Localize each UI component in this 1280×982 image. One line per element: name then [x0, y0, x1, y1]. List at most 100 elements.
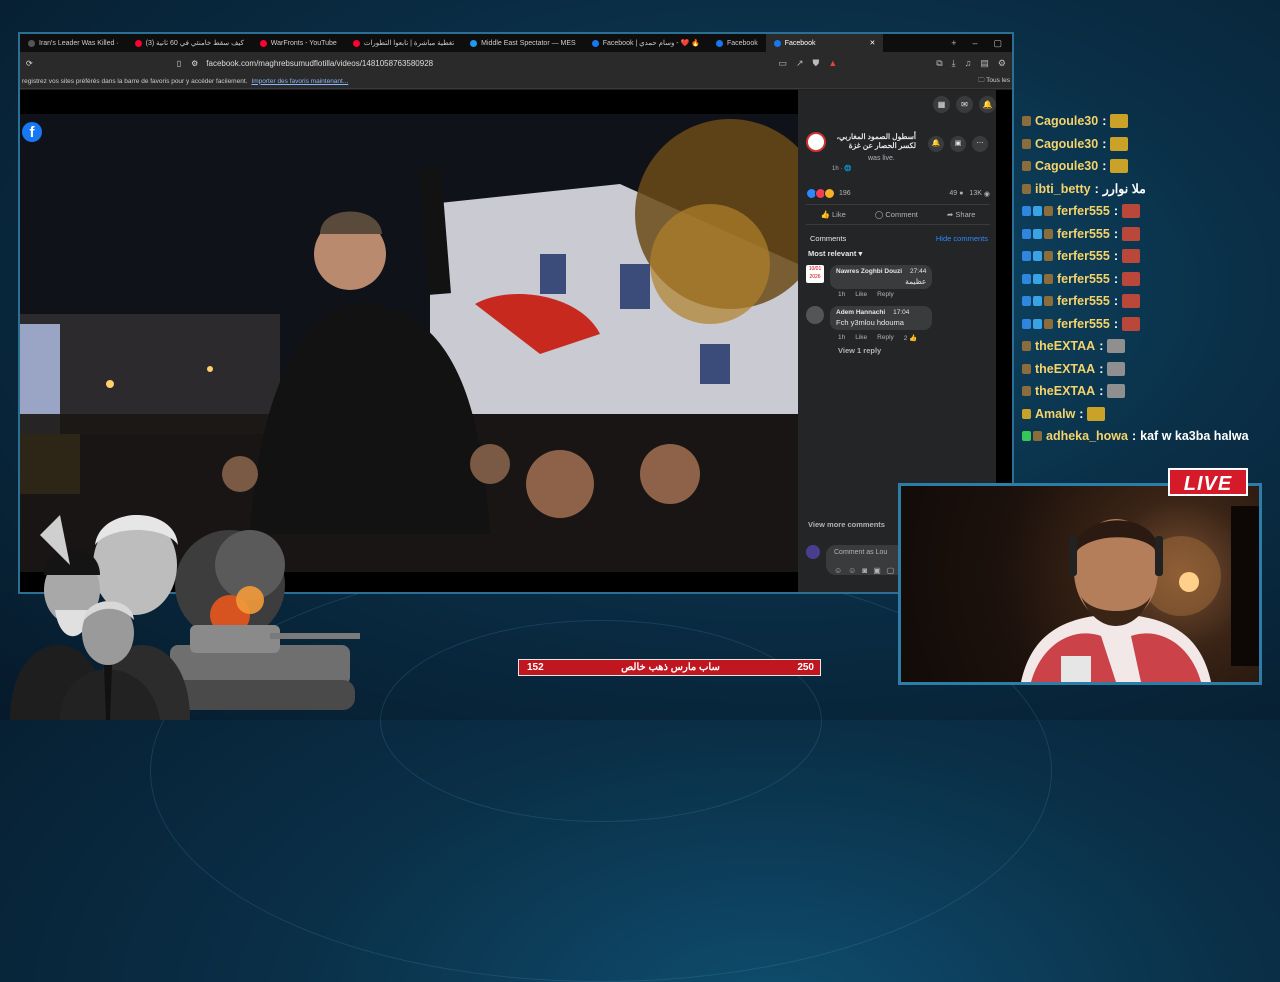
- comment-label: Comment: [885, 210, 918, 219]
- chat-badge-icon: [1033, 296, 1042, 307]
- share-button[interactable]: ➦ Share: [947, 210, 975, 219]
- comment-meta: 1h Like Reply 2 👍: [838, 334, 917, 342]
- browser-tab[interactable]: Middle East Spectator — MES: [462, 34, 584, 52]
- sub-goal-bar: 152 ساب مارس ذهب خالص 250: [518, 659, 821, 676]
- site-settings-icon[interactable]: ⚙: [191, 59, 198, 68]
- video-player[interactable]: f: [20, 114, 798, 572]
- chat-username[interactable]: Cagoule30: [1035, 137, 1098, 151]
- comments-count[interactable]: 49: [949, 190, 957, 197]
- bookmarks-hint: registrez vos sites préférés dans la bar…: [22, 77, 248, 85]
- comment-reply-button[interactable]: Reply: [877, 334, 894, 342]
- chat-username[interactable]: ferfer555: [1057, 272, 1110, 286]
- bookmark-icon[interactable]: ▯: [177, 59, 181, 68]
- chat-separator: :: [1102, 159, 1107, 174]
- browser-tab[interactable]: تغطية مباشرة | تابعوا التطورات: [345, 34, 462, 52]
- hide-comments-button[interactable]: Hide comments: [936, 234, 988, 243]
- save-icon[interactable]: ▣: [950, 136, 966, 152]
- close-tab-icon[interactable]: ✕: [869, 39, 875, 47]
- reactions-count[interactable]: 196: [839, 190, 851, 197]
- music-icon[interactable]: ♫: [965, 58, 972, 69]
- chat-username[interactable]: ferfer555: [1057, 204, 1110, 218]
- all-bookmarks-button[interactable]: 🗀 Tous les: [978, 76, 1010, 87]
- chat-separator: :: [1113, 271, 1118, 286]
- cast-icon[interactable]: ▭: [778, 58, 787, 69]
- sidebar-icon[interactable]: ▤: [980, 58, 989, 69]
- comment-avatar[interactable]: 10/01 2026: [806, 265, 824, 283]
- browser-tab[interactable]: Iran's Leader Was Killed ·: [20, 34, 127, 52]
- sort-dropdown[interactable]: Most relevant ▾: [808, 249, 862, 258]
- settings-icon[interactable]: ⚙: [998, 58, 1006, 69]
- chat-username[interactable]: ibti_betty: [1035, 182, 1091, 196]
- comment-timestamp[interactable]: 27:44: [910, 268, 926, 275]
- chat-separator: :: [1099, 339, 1104, 354]
- chat-badge-icon: [1022, 273, 1031, 284]
- share-icon[interactable]: ↗: [796, 58, 804, 69]
- bookmarks-bar: registrez vos sites préférés dans la bar…: [20, 74, 1012, 89]
- chat-username[interactable]: theEXTAA: [1035, 362, 1095, 376]
- chat-separator: :: [1099, 384, 1104, 399]
- chat-username[interactable]: theEXTAA: [1035, 339, 1095, 353]
- chat-badge-icon: [1033, 228, 1042, 239]
- shield-icon[interactable]: ⛊: [813, 58, 820, 69]
- view-replies-button[interactable]: View 1 reply: [838, 346, 881, 355]
- menu-grid-icon[interactable]: ▦: [933, 96, 950, 113]
- notifications-icon[interactable]: 🔔: [979, 96, 996, 113]
- share-label: Share: [955, 210, 976, 219]
- browser-tab[interactable]: Facebook: [708, 34, 766, 52]
- chat-username[interactable]: ferfer555: [1057, 249, 1110, 263]
- minimize-icon[interactable]: –: [972, 38, 977, 49]
- import-bookmarks-link[interactable]: Importer des favoris maintenant...: [251, 78, 348, 85]
- comment-like-button[interactable]: Like: [855, 291, 867, 298]
- browser-tab[interactable]: Facebook ✕: [765, 34, 884, 52]
- browser-tab[interactable]: WarFronts - YouTube: [252, 34, 345, 52]
- browser-tab[interactable]: Facebook | وسام حمدي - ❤️ 🔥: [584, 34, 708, 52]
- more-options-icon[interactable]: ⋯: [972, 136, 988, 152]
- comment-avatar[interactable]: [806, 306, 824, 324]
- comment-like-button[interactable]: Like: [855, 334, 867, 342]
- facebook-logo-icon[interactable]: f: [22, 122, 42, 142]
- gif-icon[interactable]: ▣: [873, 566, 887, 575]
- chat-username[interactable]: adheka_howa: [1046, 429, 1128, 443]
- comment-timestamp[interactable]: 17:04: [893, 309, 909, 316]
- comment-reply-button[interactable]: Reply: [877, 291, 894, 298]
- chat-username[interactable]: ferfer555: [1057, 227, 1110, 241]
- chat-username[interactable]: ferfer555: [1057, 317, 1110, 331]
- browser-tab[interactable]: (3) كيف سقط خامنئي في 60 ثانية: [127, 34, 252, 52]
- comment-author[interactable]: Adem Hannachi: [836, 309, 885, 316]
- comment-likes[interactable]: 2 👍: [904, 334, 918, 342]
- alert-icon[interactable]: ▲: [828, 58, 837, 69]
- chat-badges: [1022, 251, 1053, 262]
- chat-emote-icon: [1122, 294, 1140, 309]
- comment-author[interactable]: Nawres Zoghbi Douzi: [836, 268, 902, 275]
- url-field[interactable]: facebook.com/maghrebsumudflotilla/videos…: [206, 59, 433, 68]
- chat-badge-icon: [1022, 206, 1031, 217]
- chat-username[interactable]: Cagoule30: [1035, 114, 1098, 128]
- view-more-comments-button[interactable]: View more comments: [808, 520, 885, 529]
- emoji-icon[interactable]: ☺: [848, 566, 862, 575]
- chat-username[interactable]: Amalw: [1035, 407, 1075, 421]
- extensions-icon[interactable]: ⧉: [936, 58, 942, 69]
- reload-icon[interactable]: ⟳: [26, 59, 33, 68]
- chat-message: ferfer555:: [1022, 245, 1272, 268]
- messenger-icon[interactable]: ✉: [956, 96, 973, 113]
- chat-username[interactable]: Cagoule30: [1035, 159, 1098, 173]
- new-tab-icon[interactable]: +: [951, 38, 956, 49]
- post-time[interactable]: 1h · 🌐: [832, 165, 851, 172]
- eye-icon: ◉: [983, 190, 990, 198]
- comment-likes-count: 2: [903, 335, 908, 342]
- chat-badge-icon: [1033, 206, 1042, 217]
- page-name[interactable]: أسطول الصمود المغاربي، لكسر الحصار عن غز…: [832, 132, 916, 150]
- chat-username[interactable]: theEXTAA: [1035, 384, 1095, 398]
- tab-label: Iran's Leader Was Killed ·: [39, 39, 119, 47]
- page-avatar[interactable]: [806, 132, 826, 152]
- chat-username[interactable]: ferfer555: [1057, 294, 1110, 308]
- chat-message: ferfer555:: [1022, 268, 1272, 291]
- maximize-icon[interactable]: ▢: [993, 38, 1002, 49]
- comment-button[interactable]: ◯ Comment: [875, 210, 918, 219]
- camera-icon[interactable]: ◙: [862, 566, 873, 575]
- reaction-emojis[interactable]: [806, 188, 835, 199]
- avatar-sticker-icon[interactable]: ☺: [834, 566, 848, 575]
- like-button[interactable]: 👍 Like: [821, 210, 846, 219]
- download-icon[interactable]: ⤓: [952, 58, 956, 69]
- bell-icon[interactable]: 🔔: [928, 136, 944, 152]
